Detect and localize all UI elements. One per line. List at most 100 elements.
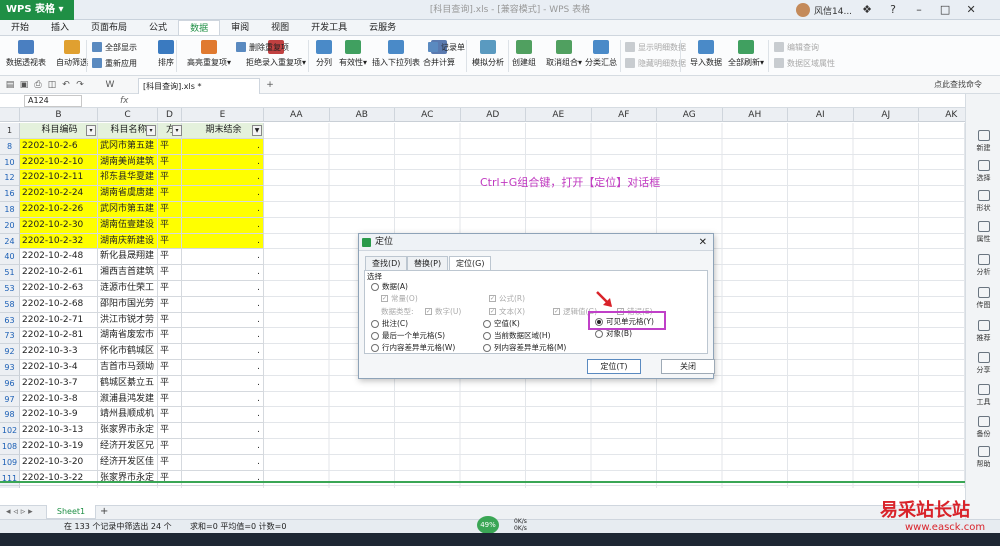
table-cell[interactable]: 2202-10-2-11	[20, 170, 98, 187]
column-header[interactable]: AH	[722, 108, 788, 122]
ribbon-small-button[interactable]: 重新应用	[92, 56, 137, 70]
right-panel-item[interactable]: 属性	[966, 221, 1000, 244]
column-header[interactable]: B	[20, 108, 98, 122]
radio-data[interactable]: 数据(A)	[371, 281, 408, 292]
table-cell[interactable]: .	[182, 233, 264, 250]
ribbon-button[interactable]: 导入数据	[690, 36, 722, 68]
checkbox-text[interactable]: ✓ 文本(X)	[489, 306, 525, 317]
table-cell[interactable]: 2202-10-2-6	[20, 138, 98, 155]
tab-replace[interactable]: 替换(P)	[407, 256, 449, 270]
table-cell[interactable]: 湖南美尚建筑	[98, 154, 158, 171]
table-cell[interactable]: .	[182, 217, 264, 234]
table-cell[interactable]: 2202-10-3-8	[20, 391, 98, 408]
row-header[interactable]: 102	[0, 423, 20, 439]
table-cell[interactable]: .	[182, 375, 264, 392]
table-cell[interactable]: 平	[158, 186, 182, 202]
table-cell[interactable]: 经济开发区佳	[98, 454, 158, 471]
row-header[interactable]: 111	[0, 470, 20, 487]
row-header[interactable]: 40	[0, 249, 20, 266]
ribbon-button[interactable]: 取消组合▾	[546, 36, 582, 68]
row-header[interactable]: 108	[0, 439, 20, 455]
app-menu-button[interactable]: WPS 表格 ▾	[0, 0, 74, 20]
close-button[interactable]: 关闭	[661, 359, 715, 374]
radio-blanks[interactable]: 空值(K)	[483, 318, 520, 329]
ribbon-small-button[interactable]: 记录单	[428, 40, 465, 54]
filter-dropdown-icon[interactable]: ▾	[146, 125, 156, 136]
table-cell[interactable]: 2202-10-3-9	[20, 407, 98, 424]
table-cell[interactable]: 2202-10-3-19	[20, 439, 98, 455]
row-header[interactable]: 58	[0, 296, 20, 313]
table-cell[interactable]: 平	[158, 344, 182, 360]
row-header[interactable]: 92	[0, 344, 20, 360]
table-cell[interactable]: 邵阳市国光劳	[98, 296, 158, 313]
right-panel-item[interactable]: 新建	[966, 130, 1000, 153]
column-header[interactable]: AC	[395, 108, 461, 122]
right-panel-item[interactable]: 形状	[966, 190, 1000, 213]
table-cell[interactable]: 平	[158, 328, 182, 345]
right-panel-item[interactable]: 传图	[966, 287, 1000, 310]
table-cell[interactable]: .	[182, 470, 264, 487]
table-cell[interactable]: 2202-10-2-81	[20, 328, 98, 345]
table-cell[interactable]: 平	[158, 154, 182, 171]
radio-last-cell[interactable]: 最后一个单元格(S)	[371, 330, 445, 341]
table-cell[interactable]: 平	[158, 439, 182, 455]
radio-row-diff[interactable]: 行内容差异单元格(W)	[371, 342, 455, 353]
table-cell[interactable]: .	[182, 265, 264, 281]
ribbon-button[interactable]: 数据透视表	[6, 36, 46, 68]
open-icon[interactable]: ▤	[4, 79, 16, 91]
table-cell[interactable]: .	[182, 312, 264, 329]
menu-item[interactable]: 插入	[40, 20, 80, 35]
right-panel-item[interactable]: 工具	[966, 384, 1000, 407]
table-cell[interactable]: 平	[158, 375, 182, 392]
command-search[interactable]: 点此查找命令	[934, 79, 982, 90]
table-cell[interactable]: 2202-10-2-30	[20, 217, 98, 234]
row-header[interactable]: 18	[0, 202, 20, 218]
table-cell[interactable]: 平	[158, 265, 182, 281]
table-cell[interactable]: 2202-10-2-63	[20, 281, 98, 297]
table-cell[interactable]: 平	[158, 454, 182, 471]
table-cell[interactable]: 洪江市锐才劳	[98, 312, 158, 329]
menu-item[interactable]: 公式	[138, 20, 178, 35]
ribbon-small-button[interactable]: 隐藏明细数据	[625, 56, 686, 70]
table-cell[interactable]: .	[182, 202, 264, 218]
save-icon[interactable]: ▣	[18, 79, 30, 91]
table-cell[interactable]: .	[182, 439, 264, 455]
table-cell[interactable]: .	[182, 249, 264, 266]
row-header[interactable]: 16	[0, 186, 20, 202]
table-cell[interactable]: 平	[158, 170, 182, 187]
table-cell[interactable]	[98, 486, 158, 488]
user-name[interactable]: 风信14...	[814, 4, 852, 17]
row-header[interactable]: 53	[0, 281, 20, 297]
row-header[interactable]: 63	[0, 312, 20, 329]
table-cell[interactable]: 新化县晟翔建	[98, 249, 158, 266]
table-cell[interactable]: 2202-10-2-48	[20, 249, 98, 266]
table-cell[interactable]: .	[182, 170, 264, 187]
add-sheet-icon[interactable]: +	[100, 506, 108, 517]
help-icon[interactable]: ?	[882, 0, 904, 20]
row-header[interactable]: 10	[0, 154, 20, 171]
table-cell[interactable]	[182, 486, 264, 488]
table-cell[interactable]: .	[182, 296, 264, 313]
menu-item[interactable]: 开始	[0, 20, 40, 35]
radio-comment[interactable]: 批注(C)	[371, 318, 408, 329]
ribbon-button[interactable]: 创建组	[512, 36, 536, 68]
table-cell[interactable]: 2202-10-3-4	[20, 360, 98, 376]
table-cell[interactable]: .	[182, 407, 264, 424]
table-cell[interactable]: .	[182, 328, 264, 345]
table-cell[interactable]: 怀化市鹤城区	[98, 344, 158, 360]
table-cell[interactable]: 平	[158, 407, 182, 424]
column-header[interactable]: AK	[919, 108, 965, 122]
ribbon-button[interactable]: 模拟分析	[472, 36, 504, 68]
table-cell[interactable]: 溆浦县鸿发建	[98, 391, 158, 408]
table-cell[interactable]: 平	[158, 233, 182, 250]
goto-button[interactable]: 定位(T)	[587, 359, 641, 374]
menu-item[interactable]: 视图	[260, 20, 300, 35]
tab-find[interactable]: 查找(D)	[365, 256, 408, 270]
table-cell[interactable]: .	[182, 344, 264, 360]
table-cell[interactable]: 经济开发区兄	[98, 439, 158, 455]
menu-item[interactable]: 云服务	[358, 20, 407, 35]
table-cell[interactable]: .	[182, 454, 264, 471]
row-header[interactable]: 12	[0, 170, 20, 187]
ribbon-small-button[interactable]: 全部显示	[92, 40, 137, 54]
row-header[interactable]: 24	[0, 233, 20, 250]
